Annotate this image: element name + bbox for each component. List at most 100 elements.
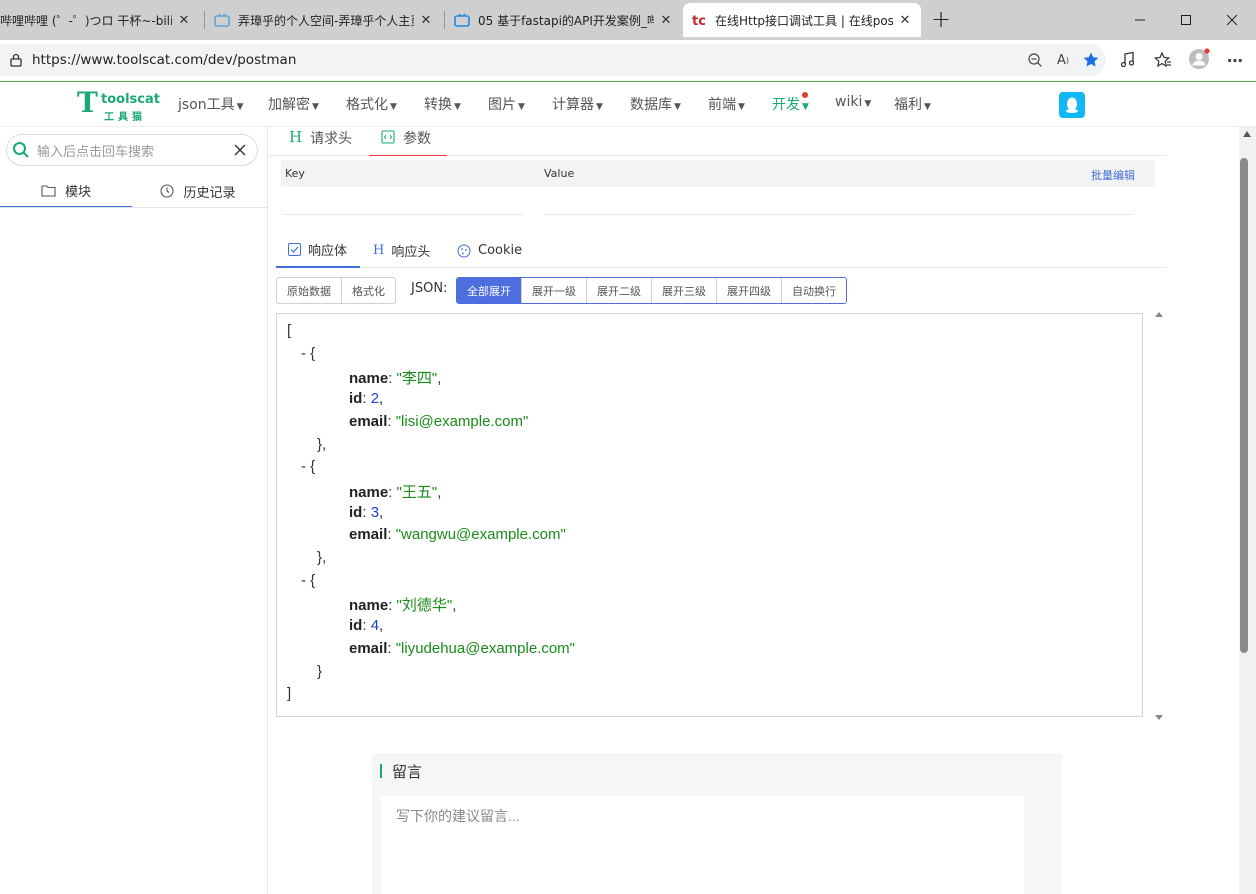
tab-response-body[interactable]: 响应体 — [276, 233, 360, 268]
json-line: id: 4, — [349, 617, 383, 634]
browser-tab-postman-tool[interactable]: tc 在线Http接口调试工具 | 在线postm ✕ — [683, 3, 921, 37]
view-mode-buttons: 原始数据 格式化 — [276, 277, 396, 304]
url-text[interactable]: https://www.toolscat.com/dev/postman — [32, 52, 296, 68]
json-key: email — [349, 639, 388, 657]
minimize-button[interactable] — [1116, 0, 1164, 40]
divider — [0, 207, 268, 208]
expand-level-3-button[interactable]: 展开三级 — [652, 278, 717, 303]
nav-calculator[interactable]: 计算器 ▼ — [552, 94, 603, 114]
zoom-icon[interactable] — [1025, 50, 1045, 70]
sidebar-search — [6, 134, 258, 166]
scroll-up-icon[interactable] — [1242, 130, 1252, 138]
nav-label: 格式化 — [346, 97, 388, 113]
nav-wiki[interactable]: wiki ▼ — [835, 94, 871, 110]
expand-level-1-button[interactable]: 展开一级 — [522, 278, 587, 303]
bulk-edit-link[interactable]: 批量编辑 — [1091, 167, 1135, 183]
browser-tab-fastapi-video[interactable]: 05 基于fastapi的API开发案例_哔哩 ✕ — [446, 3, 682, 37]
minimize-icon — [1135, 19, 1145, 21]
close-icon[interactable]: ✕ — [176, 13, 192, 28]
nav-label: 福利 — [894, 97, 922, 113]
json-label: JSON: — [411, 281, 448, 296]
favorite-star-icon[interactable] — [1081, 50, 1101, 70]
sidebar-tab-label: 模块 — [64, 185, 91, 200]
tab-response-cookie[interactable]: Cookie — [445, 233, 534, 268]
json-key: id — [349, 617, 363, 635]
json-object-open: - { — [301, 458, 315, 475]
json-scrollbar[interactable] — [1153, 311, 1165, 721]
toolscat-logo[interactable]: T toolscat 工具猫 — [77, 86, 167, 123]
close-icon[interactable]: ✕ — [897, 13, 913, 28]
maximize-icon — [1181, 15, 1191, 25]
scroll-down-icon[interactable] — [1155, 715, 1163, 720]
nav-json-tools[interactable]: json工具 ▼ — [178, 94, 244, 114]
media-control-icon[interactable] — [1118, 50, 1138, 70]
param-value-input[interactable] — [544, 214, 1134, 215]
expand-all-button[interactable]: 全部展开 — [457, 278, 522, 303]
more-options-icon[interactable]: ⋯ — [1225, 50, 1245, 70]
new-tab-button[interactable]: + — [930, 6, 952, 34]
close-icon[interactable]: ✕ — [658, 13, 674, 28]
json-object-close: }, — [317, 436, 326, 453]
json-bracket: }, — [317, 549, 327, 566]
nav-format[interactable]: 格式化 ▼ — [346, 94, 397, 114]
word-wrap-button[interactable]: 自动换行 — [782, 278, 846, 303]
tab-title: 在线Http接口调试工具 | 在线postm — [715, 13, 893, 28]
profile-avatar[interactable] — [1188, 48, 1210, 70]
tab-request-headers[interactable]: H 请求头 — [289, 128, 361, 156]
code-icon — [381, 130, 395, 144]
close-icon[interactable]: ✕ — [418, 13, 434, 28]
browser-tab-user-space[interactable]: 弄璋乎的个人空间-弄璋乎个人主页 ✕ — [206, 3, 442, 37]
sidebar-tab-history[interactable]: 历史记录 — [132, 175, 264, 207]
search-icon[interactable] — [12, 141, 30, 159]
json-number-value: 2 — [370, 390, 380, 408]
json-viewer[interactable]: [- {name: "李四", id: 2, email: "lisi@exampl… — [276, 313, 1143, 717]
json-bracket: { — [306, 344, 316, 362]
json-string-value: "李四" — [396, 370, 438, 388]
scroll-up-icon[interactable] — [1155, 312, 1163, 317]
tab-response-headers[interactable]: H 响应头 — [361, 233, 442, 268]
tab-title: 05 基于fastapi的API开发案例_哔哩 — [478, 13, 654, 28]
left-sidebar: 模块 历史记录 — [0, 127, 268, 894]
expand-level-2-button[interactable]: 展开二级 — [587, 278, 652, 303]
caret-down-icon: ▼ — [738, 102, 745, 112]
nav-image[interactable]: 图片 ▼ — [488, 94, 525, 114]
nav-convert[interactable]: 转换 ▼ — [424, 94, 461, 114]
raw-data-button[interactable]: 原始数据 — [277, 278, 342, 303]
json-line: id: 3, — [349, 504, 383, 521]
caret-down-icon: ▼ — [518, 102, 525, 112]
nav-database[interactable]: 数据库 ▼ — [630, 94, 681, 114]
tab-request-params[interactable]: 参数 — [369, 128, 447, 156]
nav-label: 前端 — [708, 97, 736, 113]
caret-down-icon: ▼ — [390, 102, 397, 112]
lock-icon[interactable] — [10, 53, 22, 67]
tab-label: 请求头 — [310, 131, 353, 147]
nav-welfare[interactable]: 福利 ▼ — [894, 94, 931, 114]
qq-icon[interactable] — [1059, 92, 1085, 118]
browser-tab-strip: 哔哩哔哩 (゜-゜)つロ 干杯~-bilibili ✕ 弄璋乎的个人空间-弄璋乎… — [0, 0, 1256, 40]
browser-tab-bilibili-home[interactable]: 哔哩哔哩 (゜-゜)つロ 干杯~-bilibili ✕ — [0, 3, 200, 37]
nav-label: 数据库 — [630, 97, 672, 113]
json-line: [ — [287, 322, 291, 339]
svg-text:tc: tc — [692, 14, 706, 27]
favorites-icon[interactable] — [1153, 50, 1173, 70]
param-key-input[interactable] — [282, 214, 524, 215]
close-window-button[interactable] — [1208, 0, 1256, 40]
json-token: : — [362, 503, 371, 521]
maximize-button[interactable] — [1162, 0, 1210, 40]
url-field[interactable]: https://www.toolscat.com/dev/postman A) — [0, 44, 1106, 76]
page-scrollbar-thumb[interactable] — [1240, 158, 1248, 653]
nav-encryption[interactable]: 加解密 ▼ — [268, 94, 319, 114]
value-header: Value — [544, 167, 575, 180]
nav-frontend[interactable]: 前端 ▼ — [708, 94, 745, 114]
search-input[interactable] — [37, 141, 227, 161]
format-button[interactable]: 格式化 — [342, 278, 395, 303]
message-title: 留言 — [392, 763, 423, 781]
logo-name: toolscat — [101, 92, 160, 107]
close-icon — [1226, 14, 1238, 26]
params-table-header: Key Value 批量编辑 — [281, 160, 1155, 187]
clear-icon[interactable] — [234, 144, 246, 156]
message-input[interactable] — [381, 796, 1024, 894]
sidebar-tab-modules[interactable]: 模块 — [0, 175, 132, 207]
read-aloud-icon[interactable]: A) — [1053, 50, 1073, 70]
expand-level-4-button[interactable]: 展开四级 — [717, 278, 782, 303]
